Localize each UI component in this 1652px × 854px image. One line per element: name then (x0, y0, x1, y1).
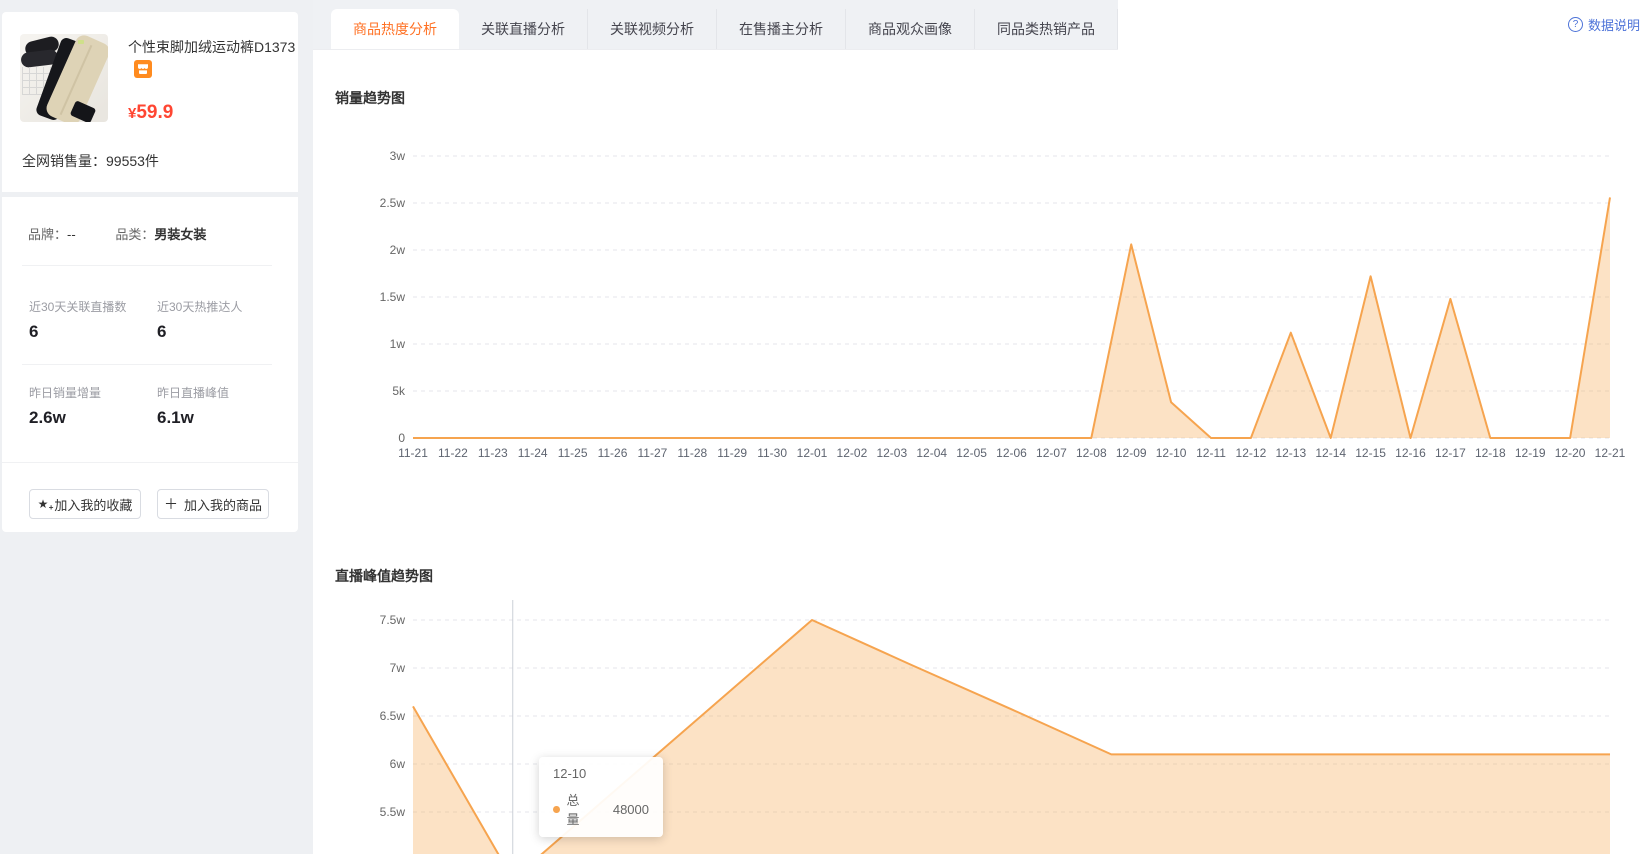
tab-related-video-analysis[interactable]: 关联视频分析 (588, 9, 717, 49)
svg-text:12-01: 12-01 (797, 446, 828, 460)
stat-value-sales-increase: 2.6w (29, 408, 66, 427)
product-title: 个性束脚加绒运动裤D1373 (128, 36, 298, 80)
total-sales-label: 全网销售量： (22, 153, 106, 169)
svg-text:7w: 7w (390, 661, 406, 675)
svg-text:11-30: 11-30 (757, 446, 787, 460)
tab-same-category-hot-products[interactable]: 同品类热销产品 (975, 9, 1118, 49)
svg-text:12-11: 12-11 (1196, 446, 1226, 460)
sales-trend-chart-title: 销量趋势图 (335, 90, 405, 106)
divider (2, 462, 298, 463)
tab-product-heat-analysis[interactable]: 商品热度分析 (331, 9, 459, 49)
stat-label-sales-increase: 昨日销量增量 (29, 386, 102, 400)
divider (22, 265, 272, 266)
stat-value-live-peak: 6.1w (157, 408, 194, 427)
stat-label-influencers: 近30天热推达人 (157, 300, 243, 314)
tab-related-live-analysis[interactable]: 关联直播分析 (459, 9, 588, 49)
price-value: 59.9 (136, 102, 174, 123)
svg-text:11-24: 11-24 (518, 446, 548, 460)
svg-text:11-23: 11-23 (478, 446, 508, 460)
svg-text:12-05: 12-05 (956, 446, 987, 460)
svg-text:11-22: 11-22 (438, 446, 468, 460)
total-sales-value: 99553件 (106, 153, 159, 169)
product-image-tag-shape (78, 40, 84, 44)
add-product-button-label: 加入我的商品 (183, 497, 262, 513)
svg-text:11-25: 11-25 (558, 446, 588, 460)
total-sales: 全网销售量：99553件 (22, 151, 159, 171)
svg-text:11-27: 11-27 (637, 446, 667, 460)
svg-text:5k: 5k (392, 384, 406, 398)
brand-label: 品牌： (28, 227, 68, 242)
brand-value: -- (67, 227, 76, 242)
category-value: 男装女装 (154, 227, 207, 242)
svg-text:12-02: 12-02 (837, 446, 868, 460)
favorite-button[interactable]: ★ + 加入我的收藏 (29, 489, 141, 519)
live-peak-trend-chart[interactable]: 7.5w 7w 6.5w 6w 5.5w (313, 590, 1652, 854)
svg-text:12-08: 12-08 (1076, 446, 1107, 460)
svg-text:12-03: 12-03 (876, 446, 907, 460)
svg-text:12-14: 12-14 (1315, 446, 1346, 460)
tab-selling-streamer-analysis[interactable]: 在售播主分析 (717, 9, 846, 49)
stat-value-influencers: 6 (157, 322, 167, 341)
question-circle-icon: ? (1567, 17, 1583, 32)
svg-text:12-19: 12-19 (1515, 446, 1546, 460)
svg-text:5.5w: 5.5w (380, 805, 406, 819)
svg-text:7.5w: 7.5w (380, 613, 406, 627)
stat-value-live-count: 6 (29, 322, 39, 341)
svg-text:12-04: 12-04 (916, 446, 947, 460)
favorite-button-label: 加入我的收藏 (54, 497, 133, 513)
svg-text:6.5w: 6.5w (380, 709, 406, 723)
data-explanation-label: 数据说明 (1587, 18, 1640, 33)
svg-text:12-15: 12-15 (1355, 446, 1386, 460)
svg-text:6w: 6w (390, 757, 406, 771)
svg-text:12-09: 12-09 (1116, 446, 1147, 460)
svg-text:1.5w: 1.5w (380, 290, 406, 304)
svg-text:1w: 1w (390, 337, 406, 351)
tooltip-value: 48000 (612, 801, 649, 817)
svg-text:11-28: 11-28 (677, 446, 707, 460)
svg-text:2w: 2w (390, 243, 406, 257)
category-label: 品类： (115, 227, 155, 242)
svg-text:12-18: 12-18 (1475, 446, 1506, 460)
svg-text:12-16: 12-16 (1395, 446, 1426, 460)
svg-text:12-10: 12-10 (1156, 446, 1187, 460)
svg-text:12-13: 12-13 (1275, 446, 1306, 460)
tab-audience-profile[interactable]: 商品观众画像 (846, 9, 975, 49)
star-plus-icon: ★ + (37, 497, 54, 512)
stat-label-live-count: 近30天关联直播数 (29, 300, 127, 314)
svg-text:0: 0 (398, 431, 405, 445)
product-title-text: 个性束脚加绒运动裤D1373 (128, 39, 296, 55)
svg-text:3w: 3w (390, 149, 406, 163)
divider (22, 364, 272, 365)
chart-tooltip: 12-10 总量 48000 (539, 757, 663, 837)
product-price: ¥59.9 (128, 102, 173, 124)
svg-text:12-21: 12-21 (1595, 446, 1626, 460)
product-image (20, 34, 108, 122)
svg-text:12-07: 12-07 (1036, 446, 1067, 460)
tab-strip: 商品热度分析 关联直播分析 关联视频分析 在售播主分析 商品观众画像 同品类热销… (313, 0, 1118, 50)
product-card: 个性束脚加绒运动裤D1373 ¥59.9 全网销售量：99553件 品牌：-- … (2, 12, 298, 532)
svg-text:11-26: 11-26 (598, 446, 628, 460)
svg-text:2.5w: 2.5w (380, 196, 406, 210)
stat-label-live-peak: 昨日直播峰值 (157, 386, 230, 400)
svg-text:11-29: 11-29 (717, 446, 747, 460)
data-explanation-link[interactable]: ? 数据说明 (1567, 15, 1640, 34)
svg-text:12-20: 12-20 (1555, 446, 1586, 460)
live-peak-trend-chart-title: 直播峰值趋势图 (335, 568, 433, 584)
add-product-button[interactable]: ＋ 加入我的商品 (157, 489, 269, 519)
series-dot-icon (553, 805, 560, 813)
sales-trend-chart[interactable]: 3w 2.5w 2w 1.5w 1w 5k 011-21 11-22 11-23 11-24 11-… (313, 120, 1652, 470)
card-section-divider (2, 192, 298, 197)
svg-text:12-12: 12-12 (1236, 446, 1267, 460)
brand-category-row: 品牌：-- 品类：男装女装 (28, 224, 206, 243)
tooltip-date: 12-10 (553, 766, 587, 781)
svg-text:12-06: 12-06 (996, 446, 1027, 460)
plus-icon: ＋ (163, 496, 178, 512)
main-panel: 商品热度分析 关联直播分析 关联视频分析 在售播主分析 商品观众画像 同品类热销… (313, 0, 1652, 854)
svg-text:12-17: 12-17 (1435, 446, 1466, 460)
tooltip-series-name: 总量 (566, 793, 580, 827)
shop-icon (134, 60, 152, 78)
svg-text:11-21: 11-21 (398, 446, 428, 460)
